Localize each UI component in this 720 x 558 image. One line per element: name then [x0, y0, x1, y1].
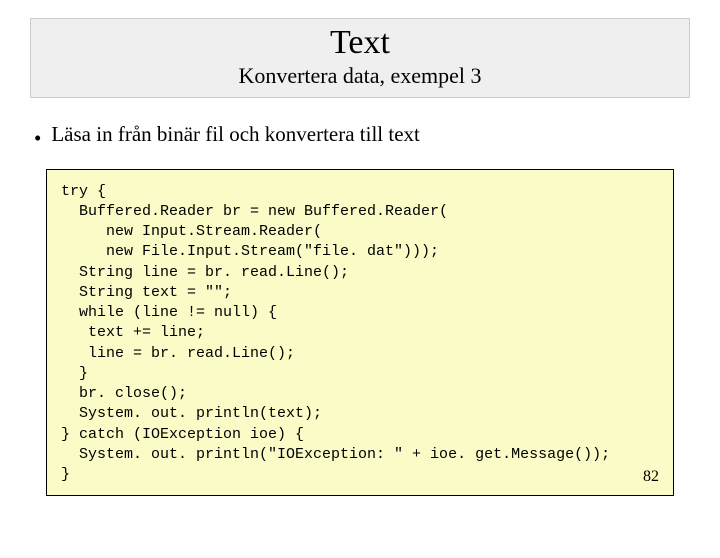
- code-block: try { Buffered.Reader br = new Buffered.…: [46, 169, 674, 497]
- code-content: try { Buffered.Reader br = new Buffered.…: [61, 183, 610, 484]
- slide-number: 82: [643, 466, 659, 488]
- bullet-marker: •: [34, 126, 41, 151]
- slide-title: Text: [31, 25, 689, 61]
- bullet-text: Läsa in från binär fil och konvertera ti…: [51, 122, 420, 147]
- bullet-item: • Läsa in från binär fil och konvertera …: [34, 122, 690, 151]
- slide-subtitle: Konvertera data, exempel 3: [31, 63, 689, 89]
- header-band: Text Konvertera data, exempel 3: [30, 18, 690, 98]
